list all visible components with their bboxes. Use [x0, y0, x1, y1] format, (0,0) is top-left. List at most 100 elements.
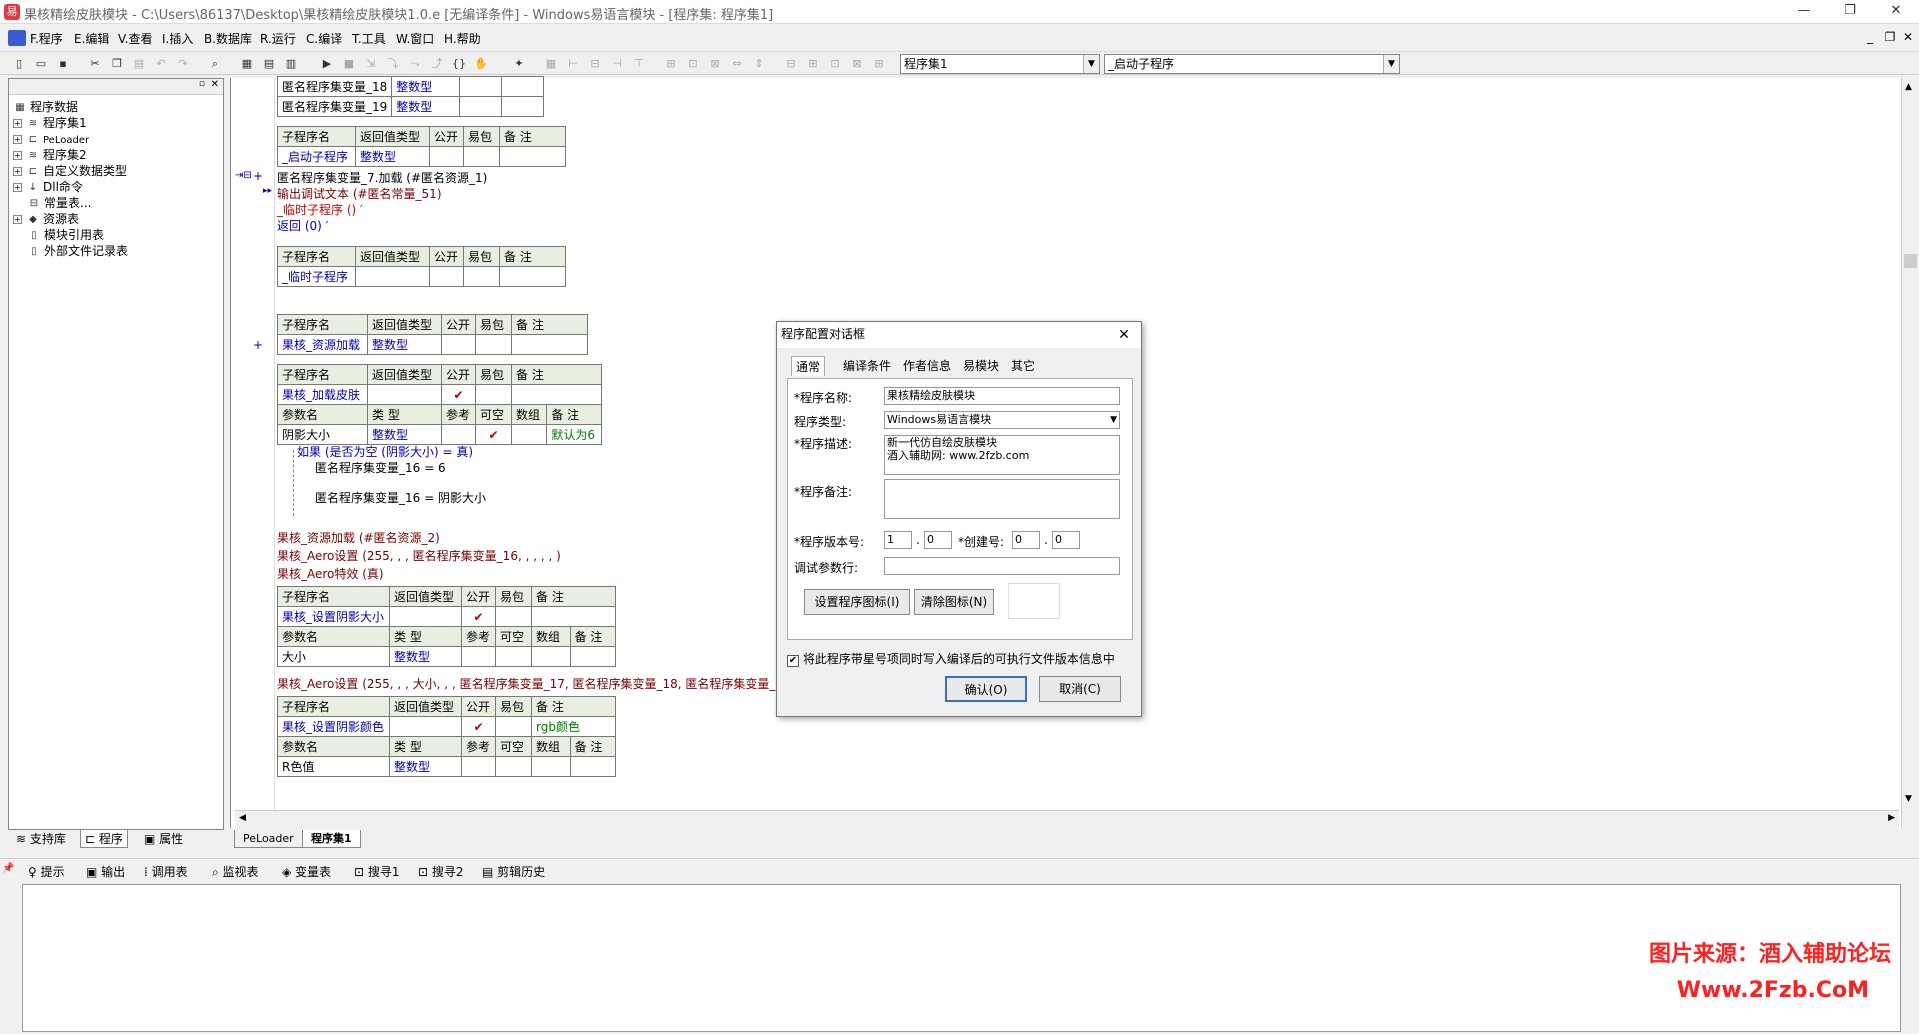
tree-item-external-files[interactable]: ▯ 外部文件记录表 [27, 243, 128, 259]
sub-name-cell[interactable]: _临时子程序 [277, 266, 356, 287]
cell[interactable] [569, 756, 617, 777]
code-line[interactable]: _临时子程序 () ′ [277, 202, 363, 218]
cell[interactable] [463, 266, 500, 287]
save-icon[interactable]: ▪ [54, 55, 72, 73]
cell[interactable] [495, 716, 532, 737]
cell[interactable] [441, 334, 476, 355]
tab-hint[interactable]: ♀ 提示 [28, 863, 65, 881]
stop-icon[interactable]: ■ [340, 55, 358, 73]
param-type-cell[interactable]: 整数型 [367, 424, 442, 445]
tree-item-resources[interactable]: + ◆ 资源表 [13, 211, 79, 227]
horizontal-scrollbar[interactable]: ◀ ▶ [235, 810, 1899, 828]
code-line[interactable]: 输出调试文本 (#匿名常量_51) [277, 186, 442, 202]
space-h-icon[interactable]: ⇔ [728, 55, 746, 73]
checkmark-icon[interactable]: ✔ [475, 424, 512, 445]
align-right-icon[interactable]: ⊣ [608, 55, 626, 73]
tab-properties[interactable]: ▣ 属性 [140, 830, 187, 848]
step-into-icon[interactable]: ⤵ [384, 55, 402, 73]
sub-note-cell[interactable]: rgb颜色 [531, 716, 616, 737]
dialog-close-button[interactable]: ✕ [1113, 324, 1135, 346]
code-line[interactable]: 匿名程序集变量_16 = 阴影大小 [315, 490, 486, 506]
tab-order-icon[interactable]: ⊡ [826, 55, 844, 73]
pin-icon[interactable]: 📌 [2, 863, 14, 874]
build-major-field[interactable]: 0 [1012, 531, 1040, 549]
program-remark-field[interactable] [884, 479, 1120, 519]
menu-run[interactable]: R.运行 [260, 30, 296, 47]
sub-type-cell[interactable]: 整数型 [367, 334, 442, 355]
layout3-icon[interactable]: ▥ [282, 55, 300, 73]
close-button[interactable]: ✕ [1873, 0, 1919, 24]
sub-combo[interactable]: _启动子程序 ▼ [1104, 54, 1400, 74]
cell[interactable] [389, 716, 462, 737]
param-type-cell[interactable]: 整数型 [389, 756, 462, 777]
tab-peloader[interactable]: PeLoader [234, 830, 303, 848]
cell[interactable] [499, 266, 566, 287]
code-line[interactable]: 匿名程序集变量_7.加载 (#匿名资源_1) [277, 170, 487, 186]
code-line[interactable]: 返回 (0) ′ [277, 218, 328, 234]
ok-button[interactable]: 确认(O) [945, 676, 1027, 702]
tab-program[interactable]: ⊏ 程序 [80, 830, 128, 848]
step-icon[interactable]: ⇲ [362, 55, 380, 73]
var-cell[interactable] [459, 76, 503, 97]
menu-edit[interactable]: E.编辑 [74, 30, 109, 47]
layout2-icon[interactable]: ▤ [260, 55, 278, 73]
cell[interactable] [495, 756, 532, 777]
cell[interactable] [367, 384, 442, 405]
tree-item-dll[interactable]: + ↓ Dll命令 [13, 179, 83, 195]
dialog-tab-other[interactable]: 其它 [1007, 356, 1039, 376]
checkmark-icon[interactable]: ✔ [461, 606, 496, 627]
program-name-field[interactable]: 果核精绘皮肤模块 [884, 387, 1120, 405]
menu-help[interactable]: H.帮助 [444, 30, 481, 47]
scroll-left-icon[interactable]: ◀ [239, 813, 246, 823]
code-line[interactable]: 果核_Aero设置 (255, , , 大小, , , 匿名程序集变量_17, … [277, 676, 795, 692]
cell[interactable] [531, 756, 571, 777]
tab-assembly1[interactable]: 程序集1 [302, 830, 361, 848]
tab-support-lib[interactable]: ≋ 支持库 [12, 830, 70, 848]
var-cell[interactable] [459, 96, 503, 117]
code-line[interactable]: 匿名程序集变量_16 = 6 [315, 460, 446, 476]
panel-close-icon[interactable]: ✕ [211, 79, 219, 90]
cell[interactable] [429, 146, 464, 167]
wand-icon[interactable]: ✦ [510, 55, 528, 73]
run-icon[interactable]: ▶ [318, 55, 336, 73]
sub-name-cell[interactable]: 果核_资源加载 [277, 334, 368, 355]
undo-icon[interactable]: ↶ [152, 55, 170, 73]
param-name-cell[interactable]: 大小 [277, 646, 390, 667]
menu-database[interactable]: B.数据库 [204, 30, 252, 47]
cell[interactable] [463, 146, 500, 167]
version-major-field[interactable]: 1 [884, 531, 912, 549]
output-pane[interactable] [22, 884, 1901, 1032]
expand-icon[interactable]: + [13, 119, 22, 128]
tab-variables[interactable]: ◈ 变量表 [282, 863, 331, 881]
cell[interactable] [441, 424, 476, 445]
param-note-cell[interactable]: 默认为6 [546, 424, 602, 445]
version-info-checkbox[interactable]: ✔ 将此程序带星号项同时写入编译后的可执行文件版本信息中 [787, 650, 1115, 667]
braces-icon[interactable]: {} [450, 55, 468, 73]
restore-button[interactable]: ❐ [1827, 0, 1873, 24]
menu-view[interactable]: V.查看 [118, 30, 152, 47]
set-icon-button[interactable]: 设置程序图标(I) [804, 589, 910, 615]
cell[interactable] [499, 146, 566, 167]
tab-clip-history[interactable]: ▤ 剪辑历史 [482, 863, 545, 881]
center-v-icon[interactable]: ⊞ [804, 55, 822, 73]
tab-search1[interactable]: ⊡ 搜寻1 [354, 863, 400, 881]
hand-icon[interactable]: ✋ [472, 55, 490, 73]
code-line[interactable]: 如果 (是否为空 (阴影大小) = 真) [297, 444, 473, 460]
sub-type-cell[interactable]: 整数型 [355, 146, 430, 167]
assembly-combo[interactable]: 程序集1 ▼ [900, 54, 1100, 74]
var-cell[interactable] [501, 96, 545, 117]
tree-item-assembly2[interactable]: + ≋ 程序集2 [13, 147, 87, 163]
checkbox-checked-icon[interactable]: ✔ [787, 655, 799, 667]
menu-compile[interactable]: C.编译 [306, 30, 342, 47]
tree-item-custom-types[interactable]: + ⊏ 自定义数据类型 [13, 163, 127, 179]
vertical-scrollbar[interactable]: ▲ ▼ [1901, 78, 1919, 828]
param-name-cell[interactable]: R色值 [277, 756, 390, 777]
new-file-icon[interactable]: ▯ [10, 55, 28, 73]
sub-name-cell[interactable]: _启动子程序 [277, 146, 356, 167]
code-line[interactable]: 果核_Aero特效 (真) [277, 566, 384, 582]
space-v-icon[interactable]: ⇕ [750, 55, 768, 73]
var-cell[interactable] [501, 76, 545, 97]
checkmark-icon[interactable]: ✔ [461, 716, 496, 737]
same-size-icon[interactable]: ⊠ [706, 55, 724, 73]
align-left-icon[interactable]: ⊢ [564, 55, 582, 73]
